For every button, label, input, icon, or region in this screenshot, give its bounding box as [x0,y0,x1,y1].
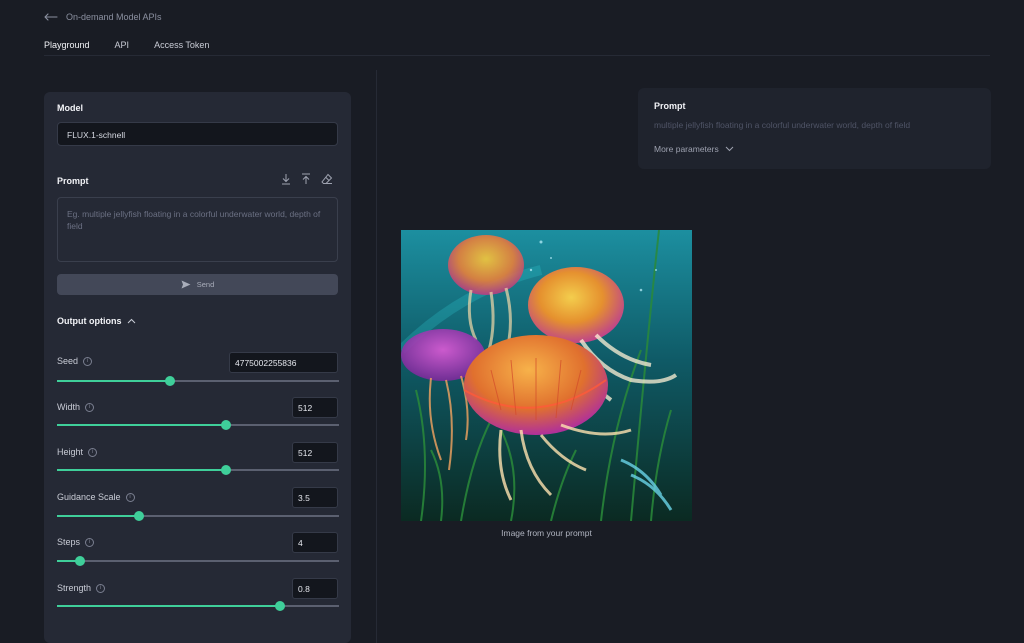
seed-input[interactable]: 4775002255836 [229,352,338,373]
guidance-scale-label-text: Guidance Scale [57,492,121,502]
image-caption: Image from your prompt [501,528,592,538]
strength-label-text: Strength [57,583,92,593]
steps-label-text: Steps [57,537,81,547]
steps-slider[interactable] [57,556,339,566]
seed-label-text: Seed [57,356,79,366]
seed-slider[interactable] [57,376,339,386]
slider-fill [57,380,170,382]
strength-input[interactable]: 0.8 [292,578,338,599]
chevron-up-icon [128,318,136,324]
seed-label: Seed i [57,356,93,366]
slider-thumb[interactable] [74,556,85,566]
info-icon[interactable]: i [85,537,95,547]
download-icon[interactable] [281,172,291,190]
info-icon[interactable]: i [83,356,93,366]
height-input[interactable]: 512 [292,442,338,463]
more-parameters-toggle[interactable]: More parameters [654,144,734,154]
slider-thumb[interactable] [274,601,285,611]
slider-thumb[interactable] [221,420,232,430]
slider-fill [57,515,139,517]
width-label-text: Width [57,402,81,412]
strength-slider[interactable] [57,601,339,611]
guidance-scale-input[interactable]: 3.5 [292,487,338,508]
column-divider [376,70,377,643]
strength-label: Strength i [57,583,106,593]
send-button-label: Send [196,280,215,289]
height-label: Height i [57,447,98,457]
prompt-summary-card: Prompt multiple jellyfish floating in a … [638,88,991,169]
info-icon[interactable]: i [88,447,98,457]
back-link-label: On-demand Model APIs [66,12,162,22]
slider-thumb[interactable] [164,376,175,386]
width-slider[interactable] [57,420,339,430]
info-icon[interactable]: i [96,583,106,593]
model-label: Model [57,103,83,113]
guidance-scale-label: Guidance Scale i [57,492,135,502]
tab-playground[interactable]: Playground [44,40,90,56]
tab-access-token[interactable]: Access Token [154,40,209,56]
tab-api[interactable]: API [115,40,130,56]
slider-fill [57,605,280,607]
prompt-summary-text: multiple jellyfish floating in a colorfu… [654,120,911,130]
prompt-toolbar [281,172,333,190]
output-options-toggle[interactable]: Output options [57,316,136,326]
chevron-down-icon [725,146,734,152]
more-parameters-label: More parameters [654,144,719,154]
prompt-placeholder: Eg. multiple jellyfish floating in a col… [67,209,321,231]
width-input[interactable]: 512 [292,397,338,418]
model-select[interactable]: FLUX.1-schnell [57,122,338,146]
prompt-label: Prompt [57,176,89,186]
tab-divider [44,55,990,56]
info-icon[interactable]: i [125,492,135,502]
steps-label: Steps i [57,537,95,547]
tab-bar: Playground API Access Token [44,40,209,56]
send-button[interactable]: Send [57,274,338,295]
back-link[interactable]: On-demand Model APIs [44,12,162,22]
eraser-icon[interactable] [321,172,333,190]
slider-track [57,560,339,562]
slider-fill [57,424,227,426]
slider-thumb[interactable] [133,511,144,521]
width-label: Width i [57,402,95,412]
output-options-label: Output options [57,316,122,326]
info-icon[interactable]: i [85,402,95,412]
generated-image [401,230,692,521]
slider-fill [57,469,227,471]
height-label-text: Height [57,447,84,457]
send-icon [181,280,191,289]
height-slider[interactable] [57,465,339,475]
prompt-summary-title: Prompt [654,101,686,111]
slider-thumb[interactable] [221,465,232,475]
guidance-scale-slider[interactable] [57,511,339,521]
prompt-textarea[interactable]: Eg. multiple jellyfish floating in a col… [57,197,338,262]
upload-icon[interactable] [301,172,311,190]
steps-input[interactable]: 4 [292,532,338,553]
playground-page: On-demand Model APIs Playground API Acce… [0,0,1024,643]
arrow-left-icon [44,13,58,21]
